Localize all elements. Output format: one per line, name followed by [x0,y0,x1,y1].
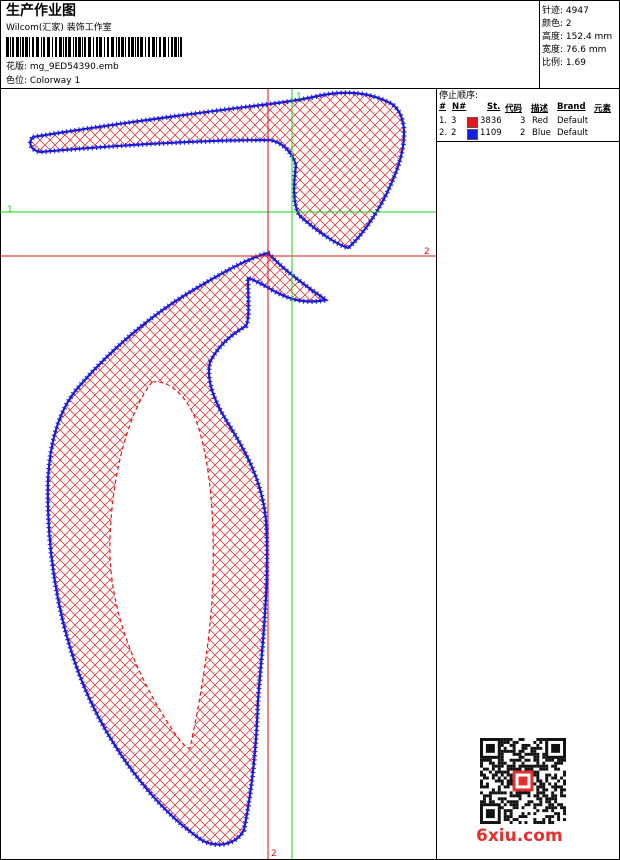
guide-label-h2: 2 [424,247,430,257]
guide-label-v1: 1 [296,92,302,102]
stop-sequence-panel: 停止顺序: # N# St. 代码 描述 Brand 元素 1. 3 3836 … [439,91,612,140]
color-swatch-blue [467,129,478,140]
stat-height: 高度: 152.4 mm [542,32,613,42]
embroidery-preview: 1 2 1 2 [0,89,436,859]
drawing-panel-divider [436,88,437,860]
design-file-name: 花版: mg_9ED54390.emb [6,62,119,72]
design-stats: 针迹: 4947 颜色: 2 高度: 152.4 mm 宽度: 76.6 mm … [540,0,620,88]
page-title: 生产作业图 [6,3,76,19]
col-needle: N# [452,102,467,112]
col-index: # [439,102,447,112]
barcode [6,37,182,57]
col-brand: Brand [557,102,586,112]
stop-panel-divider [436,141,620,142]
colorway-name: 色位: Colorway 1 [6,76,81,86]
col-stitches: St. [487,102,501,112]
col-description: 描述 [531,104,549,114]
stat-stitches: 针迹: 4947 [542,6,589,16]
qr-code [480,738,566,824]
frame-top [0,0,620,1]
col-element: 元素 [594,104,612,114]
guide-label-v2: 2 [271,849,277,859]
company-name: Wilcom(汇家) 装饰工作室 [6,23,112,33]
stat-width: 宽度: 76.6 mm [542,45,607,55]
col-code: 代码 [505,104,523,114]
color-swatch-red [467,117,478,128]
shape-top-arm [27,90,407,251]
shape-main-body [45,250,333,847]
production-worksheet: 生产作业图 Wilcom(汇家) 装饰工作室 花版: mg_9ED54390.e… [0,0,620,860]
watermark: 6xiu.com [476,826,563,846]
stat-colors: 颜色: 2 [542,19,572,29]
guide-label-h1: 1 [7,205,13,215]
stop-sequence-title: 停止顺序: [439,91,479,101]
stat-scale: 比例: 1.69 [542,58,586,68]
